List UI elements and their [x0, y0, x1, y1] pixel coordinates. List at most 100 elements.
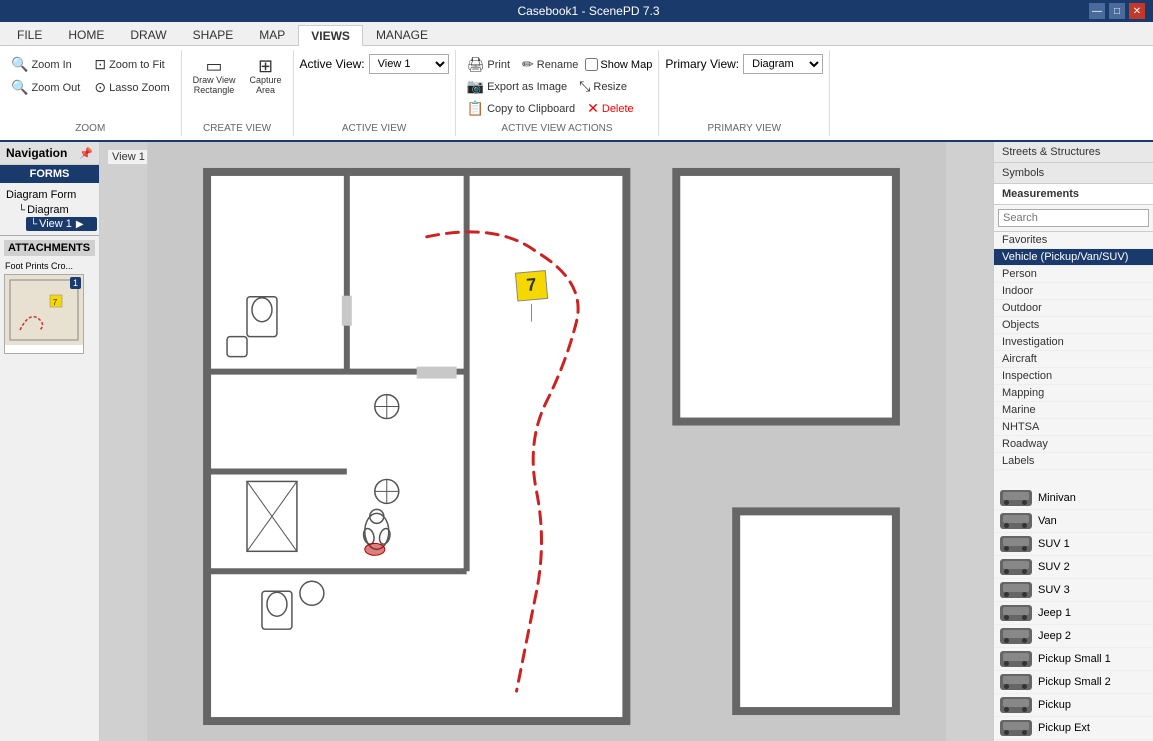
vehicle-item-pickup-ext[interactable]: Pickup Ext	[994, 717, 1153, 740]
capture-area-label: CaptureArea	[249, 75, 281, 95]
vehicle-label-pickup-ext: Pickup Ext	[1038, 722, 1090, 734]
main-layout: Navigation 📌 FORMS Diagram Form └ Diagra…	[0, 142, 1153, 741]
attachment-item-foot-prints[interactable]: 1 7	[4, 274, 84, 354]
ribbon-tab-home[interactable]: HOME	[55, 24, 117, 45]
ribbon-tab-views[interactable]: VIEWS	[298, 25, 363, 46]
vehicle-icon-suv3	[1000, 582, 1032, 598]
diagram-canvas[interactable]: 7	[100, 142, 993, 741]
vehicle-label-pickup-small1: Pickup Small 1	[1038, 653, 1111, 665]
copy-clipboard-label: Copy to Clipboard	[487, 103, 575, 115]
active-view-section-label: ACTIVE VIEW	[300, 123, 449, 134]
right-category-favorites[interactable]: Favorites	[994, 232, 1153, 249]
resize-button[interactable]: ⤡ Resize	[574, 76, 632, 97]
vehicle-label-jeep1: Jeep 1	[1038, 607, 1071, 619]
close-button[interactable]: ✕	[1129, 3, 1145, 19]
export-image-button[interactable]: 📷 Export as Image	[462, 76, 573, 97]
vehicle-item-minivan[interactable]: Minivan	[994, 487, 1153, 510]
draw-view-icon: ▭	[206, 57, 223, 75]
right-category-aircraft[interactable]: Aircraft	[994, 351, 1153, 368]
nav-item-diagram[interactable]: └ Diagram	[14, 203, 97, 217]
search-input[interactable]	[998, 209, 1149, 227]
resize-label: Resize	[593, 81, 627, 93]
vehicle-label-pickup: Pickup	[1038, 699, 1071, 711]
right-category-investigation[interactable]: Investigation	[994, 334, 1153, 351]
print-button[interactable]: 🖨 Print	[462, 54, 515, 75]
capture-area-icon: ⊞	[258, 57, 273, 75]
navigation-header: Navigation 📌	[0, 142, 99, 165]
zoom-section-label: ZOOM	[6, 123, 175, 134]
export-image-icon: 📷	[467, 78, 484, 95]
right-tab-symbols[interactable]: Symbols	[994, 163, 1153, 184]
nav-item-view1[interactable]: └ View 1 ▶	[26, 217, 97, 231]
vehicle-item-jeep2[interactable]: Jeep 2	[994, 625, 1153, 648]
vehicle-item-suv3[interactable]: SUV 3	[994, 579, 1153, 602]
print-icon: 🖨	[467, 56, 485, 73]
vehicle-item-pickup-small1[interactable]: Pickup Small 1	[994, 648, 1153, 671]
right-category-inspection[interactable]: Inspection	[994, 368, 1153, 385]
window-controls: — □ ✕	[1089, 3, 1145, 19]
right-tab-streets-structures[interactable]: Streets & Structures	[994, 142, 1153, 163]
attachment-label: Foot Prints Cro...	[4, 260, 95, 272]
draw-view-label: Draw ViewRectangle	[193, 75, 236, 95]
minimize-button[interactable]: —	[1089, 3, 1105, 19]
draw-view-button[interactable]: ▭ Draw ViewRectangle	[188, 54, 241, 98]
right-tab-bar: Streets & StructuresSymbolsMeasurements	[994, 142, 1153, 205]
zoom-out-icon: 🔍	[11, 79, 28, 96]
show-map-label: Show Map	[600, 59, 652, 71]
vehicle-icon-pickup-ext	[1000, 720, 1032, 736]
zoom-fit-button[interactable]: ⊡ Zoom to Fit	[89, 54, 174, 75]
right-category-vehicle[interactable]: Vehicle (Pickup/Van/SUV)	[994, 249, 1153, 266]
right-category-indoor[interactable]: Indoor	[994, 283, 1153, 300]
ribbon-tab-manage[interactable]: MANAGE	[363, 24, 441, 45]
svg-text:7: 7	[526, 274, 538, 295]
ribbon-tab-draw[interactable]: DRAW	[117, 24, 179, 45]
right-category-outdoor[interactable]: Outdoor	[994, 300, 1153, 317]
right-tab-measurements[interactable]: Measurements	[994, 184, 1153, 205]
show-map-checkbox-label[interactable]: Show Map	[585, 54, 652, 75]
zoom-out-button[interactable]: 🔍 Zoom Out	[6, 77, 85, 98]
vehicle-item-van[interactable]: Van	[994, 510, 1153, 533]
vehicle-item-jeep1[interactable]: Jeep 1	[994, 602, 1153, 625]
nav-item-diagram-form[interactable]: Diagram Form	[2, 187, 97, 203]
delete-label: Delete	[602, 103, 634, 115]
rename-button[interactable]: ✏ Rename	[517, 54, 583, 75]
right-category-person[interactable]: Person	[994, 266, 1153, 283]
right-search-area	[994, 205, 1153, 232]
ribbon-tab-shape[interactable]: SHAPE	[180, 24, 247, 45]
show-map-checkbox[interactable]	[585, 58, 598, 71]
ribbon-section-active-view: Active View: View 1 ACTIVE VIEW	[294, 50, 456, 136]
delete-icon: ✕	[587, 100, 599, 117]
right-category-mapping[interactable]: Mapping	[994, 385, 1153, 402]
attachments-panel: ATTACHMENTS Foot Prints Cro... 1 7	[0, 235, 99, 358]
right-category-labels[interactable]: Labels	[994, 453, 1153, 470]
vehicle-item-pickup-small2[interactable]: Pickup Small 2	[994, 671, 1153, 694]
primary-view-dropdown[interactable]: Diagram	[743, 54, 823, 74]
zoom-in-button[interactable]: 🔍 Zoom In	[6, 54, 85, 75]
right-category-nhtsa[interactable]: NHTSA	[994, 419, 1153, 436]
left-panel: Navigation 📌 FORMS Diagram Form └ Diagra…	[0, 142, 100, 741]
delete-button[interactable]: ✕ Delete	[582, 98, 639, 119]
vehicle-item-suv2[interactable]: SUV 2	[994, 556, 1153, 579]
vehicle-label-pickup-small2: Pickup Small 2	[1038, 676, 1111, 688]
right-category-roadway[interactable]: Roadway	[994, 436, 1153, 453]
vehicle-item-pickup[interactable]: Pickup	[994, 694, 1153, 717]
maximize-button[interactable]: □	[1109, 3, 1125, 19]
ribbon-section-create-view: ▭ Draw ViewRectangle ⊞ CaptureArea CREAT…	[182, 50, 294, 136]
active-view-dropdown[interactable]: View 1	[369, 54, 449, 74]
ribbon-tab-map[interactable]: MAP	[246, 24, 298, 45]
copy-clipboard-icon: 📋	[467, 100, 484, 117]
vehicle-item-suv1[interactable]: SUV 1	[994, 533, 1153, 556]
copy-clipboard-button[interactable]: 📋 Copy to Clipboard	[462, 98, 581, 119]
view1-arrow-icon[interactable]: ▶	[76, 219, 84, 230]
zoom-fit-label: Zoom to Fit	[109, 59, 165, 71]
capture-area-button[interactable]: ⊞ CaptureArea	[244, 54, 286, 98]
zoom-in-icon: 🔍	[11, 56, 28, 73]
view1-expand-icon: └	[30, 219, 37, 230]
right-category-objects[interactable]: Objects	[994, 317, 1153, 334]
right-category-marine[interactable]: Marine	[994, 402, 1153, 419]
ribbon-tab-file[interactable]: FILE	[4, 24, 55, 45]
attachment-badge: 1	[70, 277, 81, 289]
vehicle-icon-suv1	[1000, 536, 1032, 552]
lasso-zoom-button[interactable]: ⊙ Lasso Zoom	[89, 77, 174, 98]
zoom-fit-icon: ⊡	[94, 56, 106, 73]
